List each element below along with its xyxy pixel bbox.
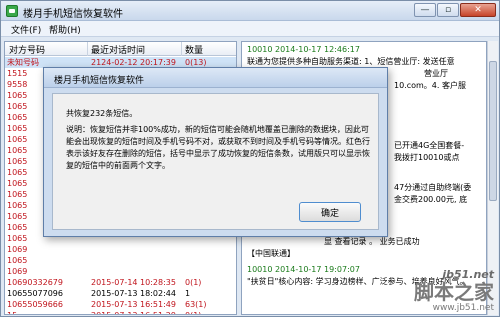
dialog-body: 共恢复232条短信。 说明：恢复短信并非100%成功，新的短信可能会随机地覆盖已… [52,93,379,230]
message-fragment: 我拨打10010或点 [394,153,460,162]
ok-button[interactable]: 确定 [299,202,361,222]
row-time: 2015-07-13 16:51:49 [91,300,176,309]
watermark-brand: 脚本之家 [414,280,494,304]
message-1: 10010 2014-10-17 12:46:17 联通为您提供多种自助服务渠道… [247,44,483,68]
scrollbar-thumb[interactable] [489,61,497,201]
dialog-message: 共恢复232条短信。 说明：恢复短信并非100%成功，新的短信可能会随机地覆盖已… [66,108,371,172]
table-row[interactable]: 10690332679 2015-07-14 10:28:35 0(1) [5,277,236,288]
row-number: 10655077096 [7,289,63,298]
message-fragment: 47分通过自助终端(委 [394,183,472,192]
row-number: 10690332679 [7,278,63,287]
close-button[interactable]: ✕ [460,3,496,17]
header-divider [87,42,88,56]
maximize-button[interactable]: ▫ [437,3,459,17]
table-row[interactable]: 1069 [5,244,236,255]
info-dialog: 楼月手机短信恢复软件 共恢复232条短信。 说明：恢复短信并非100%成功，新的… [43,67,388,237]
table-row[interactable]: 1065 [5,255,236,266]
table-row[interactable]: 1069 [5,266,236,277]
dialog-title: 楼月手机短信恢复软件 [54,76,145,86]
menu-bar: 文件(F) 帮助(H) [1,21,499,37]
app-icon [6,5,18,17]
menu-file[interactable]: 文件(F) [11,23,41,36]
row-count: 63(1) [185,300,207,309]
table-row[interactable]: 10655059666 2015-07-13 16:51:49 63(1) [5,299,236,310]
message-fragment: 显 查看记录 。 业务已成功 [324,237,420,246]
message-fragment: 营业厅 [424,69,448,78]
row-number: 1065 [7,256,28,265]
row-count: 1 [185,289,191,298]
header-divider [181,42,182,56]
row-count: 0(1) [185,278,202,287]
row-number: 1069 [7,245,28,254]
dialog-explanation: 说明：恢复短信并非100%成功，新的短信可能会随机地覆盖已删除的数据块，因此可能… [66,125,370,170]
header-count[interactable]: 数量 [185,43,203,56]
message-fragment: 已开通4G全国套餐- [394,141,465,150]
message-fragment: 10.com。4. 客户服 [394,81,466,90]
watermark: jb51.net 脚本之家 www.jb51.net [414,268,494,313]
row-number: 10655059666 [7,300,63,309]
message-fragment: 金交费200.00元, 底 [394,195,468,204]
list-header: 对方号码 最近对话时间 数量 [5,42,236,56]
row-time: 2015-07-14 10:28:35 [91,278,176,287]
table-row[interactable]: 15 2015-07-13 16:51:29 0(1) [5,310,236,314]
menu-help[interactable]: 帮助(H) [49,23,81,36]
watermark-url: www.jb51.net [432,303,494,313]
window-title: 楼月手机短信恢复软件 [23,9,123,20]
row-number: 15 [7,310,87,314]
header-number[interactable]: 对方号码 [9,43,45,56]
header-time[interactable]: 最近对话时间 [91,43,145,56]
row-count: 0(1) [185,310,201,314]
row-time: 2015-07-13 16:51:29 [91,310,181,314]
row-number: 1069 [7,267,28,276]
dialog-title-bar[interactable]: 楼月手机短信恢复软件 [44,68,387,88]
dialog-summary: 共恢复232条短信。 [66,109,138,118]
title-bar[interactable]: 楼月手机短信恢复软件 — ▫ ✕ [1,1,499,21]
minimize-button[interactable]: — [414,3,436,17]
table-row[interactable]: 10655077096 2015-07-13 18:02:44 1 [5,288,236,299]
message-1-header: 10010 2014-10-17 12:46:17 [247,45,360,54]
row-time: 2015-07-13 18:02:44 [91,289,176,298]
message-fragment: 【中国联通】 [247,249,295,258]
